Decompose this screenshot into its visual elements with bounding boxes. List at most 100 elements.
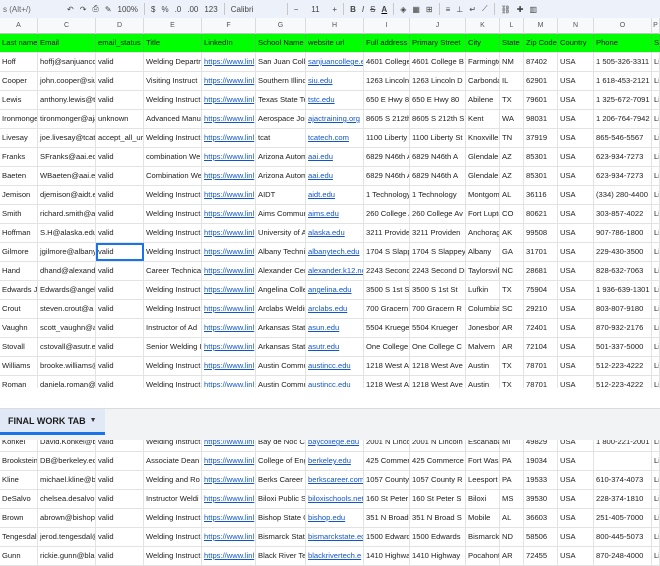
table-cell[interactable]: Carbondale	[466, 72, 500, 90]
table-cell[interactable]: Welding Departr	[144, 53, 202, 71]
table-cell[interactable]: 5504 Krueger	[410, 319, 466, 337]
table-cell[interactable]: Link	[652, 129, 660, 147]
table-cell[interactable]: Welding Instruct	[144, 243, 202, 261]
table-cell[interactable]: 610-374-4073	[594, 471, 652, 489]
table-cell[interactable]: Crout	[0, 300, 38, 318]
table-cell[interactable]: 800-445-5073	[594, 528, 652, 546]
table-cell[interactable]: 78701	[524, 357, 558, 375]
table-cell[interactable]: Mobile	[466, 509, 500, 527]
table-cell[interactable]: 803-807-9180	[594, 300, 652, 318]
table-cell[interactable]: USA	[558, 110, 594, 128]
table-cell[interactable]: Link	[652, 243, 660, 261]
table-cell[interactable]: valid	[96, 547, 144, 565]
table-cell[interactable]: https://www.linl	[202, 547, 256, 565]
header-cell[interactable]: Title	[144, 34, 202, 52]
table-cell[interactable]: 501-337-5000	[594, 338, 652, 356]
table-cell[interactable]: Southern Illino	[256, 72, 306, 90]
table-cell[interactable]: USA	[558, 148, 594, 166]
table-cell[interactable]: Link	[652, 72, 660, 90]
table-cell[interactable]: USA	[558, 91, 594, 109]
table-cell[interactable]: blackrivertech.e	[306, 547, 364, 565]
font-select[interactable]: Calibri	[228, 2, 284, 16]
table-cell[interactable]: michael.kline@b	[38, 471, 96, 489]
table-cell[interactable]: 6829 N46th A	[364, 148, 410, 166]
table-cell[interactable]: 8605 S 212th S	[410, 110, 466, 128]
table-cell[interactable]: Link	[652, 452, 660, 470]
table-cell[interactable]: alaska.edu	[306, 224, 364, 242]
table-cell[interactable]: 1100 Liberty S	[364, 129, 410, 147]
table-cell[interactable]: Welding and Ro	[144, 471, 202, 489]
table-cell[interactable]: Lufkin	[466, 281, 500, 299]
table-cell[interactable]: 1410 Highwa	[364, 547, 410, 565]
table-cell[interactable]: Link	[652, 300, 660, 318]
table-cell[interactable]: Career Technica	[144, 262, 202, 280]
table-cell[interactable]: valid	[96, 509, 144, 527]
table-cell[interactable]: Arizona Autom	[256, 148, 306, 166]
table-cell[interactable]: valid	[96, 300, 144, 318]
column-header-c[interactable]: C	[38, 18, 96, 34]
table-cell[interactable]: aai.edu	[306, 167, 364, 185]
table-cell[interactable]: Kline	[0, 471, 38, 489]
table-cell[interactable]: Link	[652, 509, 660, 527]
table-cell[interactable]: 4601 College B	[410, 53, 466, 71]
table-cell[interactable]: 1 Technology	[410, 186, 466, 204]
table-cell[interactable]: https://www.linl	[202, 281, 256, 299]
table-cell[interactable]: 39530	[524, 490, 558, 508]
table-cell[interactable]: USA	[558, 490, 594, 508]
decrease-font-size-icon[interactable]: −	[291, 2, 302, 16]
table-cell[interactable]: Advanced Manu	[144, 110, 202, 128]
table-cell[interactable]: Link	[652, 319, 660, 337]
table-cell[interactable]: https://www.linl	[202, 91, 256, 109]
table-cell[interactable]: Link	[652, 528, 660, 546]
table-cell[interactable]: 828-632-7063	[594, 262, 652, 280]
table-cell[interactable]: USA	[558, 452, 594, 470]
italic-button[interactable]: I	[359, 2, 367, 16]
table-cell[interactable]: (334) 280-4400	[594, 186, 652, 204]
table-cell[interactable]: Arclabs Weldin	[256, 300, 306, 318]
column-header-i[interactable]: I	[364, 18, 410, 34]
table-cell[interactable]: IL	[500, 72, 524, 90]
table-cell[interactable]: Pocahonta	[466, 547, 500, 565]
table-cell[interactable]: Aerospace Join	[256, 110, 306, 128]
table-cell[interactable]: Link	[652, 186, 660, 204]
table-cell[interactable]: Biloxi Public S	[256, 490, 306, 508]
table-cell[interactable]: 425 Commerce	[410, 452, 466, 470]
header-cell[interactable]: Phone	[594, 34, 652, 52]
table-cell[interactable]: berkscareer.com	[306, 471, 364, 489]
table-cell[interactable]: USA	[558, 281, 594, 299]
table-cell[interactable]: Berks Career	[256, 471, 306, 489]
table-cell[interactable]: 512-223-4222	[594, 357, 652, 375]
table-cell[interactable]: https://www.linl	[202, 262, 256, 280]
table-cell[interactable]: 19034	[524, 452, 558, 470]
header-cell[interactable]: City	[466, 34, 500, 52]
text-wrap-icon[interactable]: ↵	[466, 2, 479, 16]
table-cell[interactable]: tironmonger@aja	[38, 110, 96, 128]
table-cell[interactable]: 85301	[524, 148, 558, 166]
table-cell[interactable]: 2243 Second D	[364, 262, 410, 280]
column-header-p[interactable]: P	[652, 18, 660, 34]
table-cell[interactable]: 1704 S Slappe	[364, 243, 410, 261]
table-cell[interactable]: Knoxville	[466, 129, 500, 147]
table-cell[interactable]: valid	[96, 91, 144, 109]
table-cell[interactable]: Link	[652, 357, 660, 375]
column-header-e[interactable]: E	[144, 18, 202, 34]
table-cell[interactable]: Senior Welding I	[144, 338, 202, 356]
table-cell[interactable]: Link	[652, 338, 660, 356]
table-cell[interactable]: Jemison	[0, 186, 38, 204]
table-cell[interactable]: 1 618-453-2121	[594, 72, 652, 90]
table-cell[interactable]: USA	[558, 528, 594, 546]
table-cell[interactable]: TX	[500, 91, 524, 109]
table-cell[interactable]: 80621	[524, 205, 558, 223]
table-cell[interactable]: https://www.linl	[202, 53, 256, 71]
table-cell[interactable]: Welding Instruct	[144, 186, 202, 204]
table-cell[interactable]: 1500 Edwards	[410, 528, 466, 546]
table-cell[interactable]: 425 Commerc	[364, 452, 410, 470]
horizontal-scroll-area[interactable]	[0, 388, 660, 408]
table-cell[interactable]: Welding Instruct	[144, 129, 202, 147]
table-cell[interactable]: Link	[652, 110, 660, 128]
table-cell[interactable]: 1 936-639-1301	[594, 281, 652, 299]
table-cell[interactable]: richard.smith@a	[38, 205, 96, 223]
table-cell[interactable]: aims.edu	[306, 205, 364, 223]
table-cell[interactable]: AZ	[500, 167, 524, 185]
table-cell[interactable]: valid	[96, 357, 144, 375]
